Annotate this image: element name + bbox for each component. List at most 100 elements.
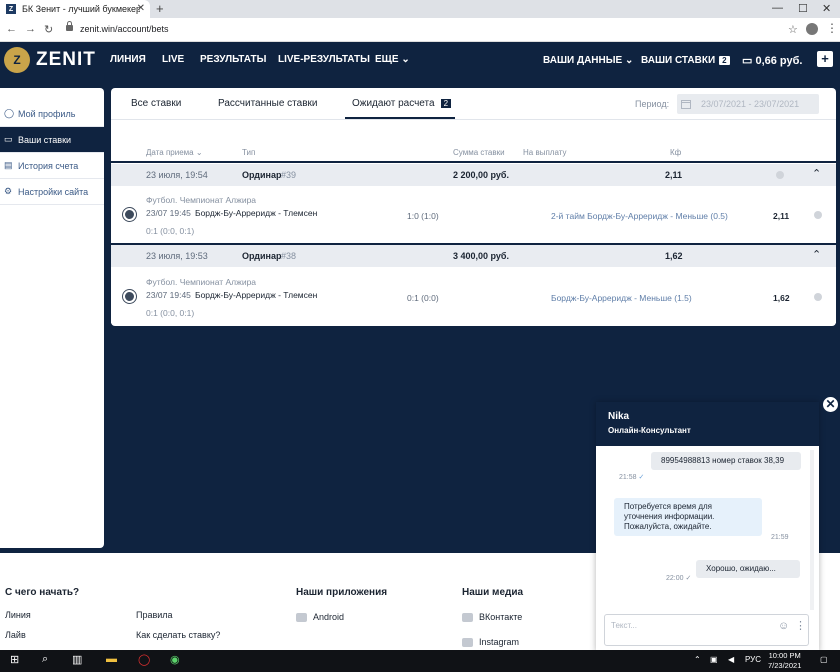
history-icon: ▤ — [4, 160, 13, 170]
sidebar-item-settings[interactable]: ⚙ Настройки сайта — [0, 179, 104, 205]
browser-tab-bar: Z БК Зенит - лучший букмекер ✕ + — ☐ ✕ — [0, 0, 840, 18]
maximize-icon[interactable]: ☐ — [798, 2, 808, 15]
tray-date: 7/23/2021 — [768, 661, 802, 670]
user-icon: ◯ — [4, 108, 15, 118]
chrome-icon[interactable]: ◉ — [170, 653, 180, 666]
event-time: 23/07 19:45 — [146, 208, 191, 218]
nav-live[interactable]: LIVE — [162, 54, 184, 65]
notifications-icon[interactable]: ▢ — [820, 655, 828, 664]
bet-date: 23 июля, 19:54 — [146, 170, 208, 180]
tab-pending-bets[interactable]: Ожидают расчета 2 — [345, 98, 456, 119]
footer-link-line[interactable]: Линия — [5, 610, 31, 620]
event-score: 0:1 (0:0) — [407, 293, 439, 303]
back-icon[interactable]: ← — [6, 23, 17, 35]
nav-live-results[interactable]: LIVE-РЕЗУЛЬТАТЫ — [278, 54, 370, 65]
tray-arrow-icon[interactable]: ⌃ — [694, 655, 701, 664]
support-chat: Nika Онлайн-Консультант 89954988813 номе… — [596, 402, 819, 652]
football-icon — [123, 208, 136, 221]
zenit-favicon-icon: Z — [6, 4, 16, 14]
chat-close-button[interactable]: ✕ — [822, 396, 839, 413]
period-date-input[interactable]: 23/07/2021 - 23/07/2021 — [677, 94, 819, 114]
footer-link-rules[interactable]: Правила — [136, 610, 173, 620]
footer-link-instagram[interactable]: Instagram — [462, 637, 519, 648]
network-icon[interactable]: ▣ — [710, 655, 718, 664]
chat-time-value: 22:00 — [666, 575, 684, 582]
bet-coef: 2,11 — [665, 170, 683, 180]
balance[interactable]: ▭ 0,66 руб. — [742, 54, 802, 67]
nav-line[interactable]: ЛИНИЯ — [110, 54, 146, 65]
emoji-icon[interactable]: ☺ — [778, 620, 789, 632]
close-tab-icon[interactable]: ✕ — [137, 3, 145, 14]
browser-menu-icon[interactable]: ⋮ — [826, 21, 838, 35]
window-close-icon[interactable]: ✕ — [822, 2, 831, 15]
minimize-icon[interactable]: — — [772, 2, 783, 14]
chat-menu-icon[interactable]: ⋮ — [795, 619, 806, 632]
status-dot-icon — [814, 293, 822, 301]
footer-media-title: Наши медиа — [462, 587, 524, 598]
event-selection: 2-й тайм Бордж-Бу-Арреридж - Меньше (0.5… — [551, 211, 728, 221]
nav-results[interactable]: РЕЗУЛЬТАТЫ — [200, 54, 266, 65]
gear-icon: ⚙ — [4, 186, 13, 196]
col-type: Тип — [242, 148, 256, 157]
bet-amount: 3 400,00 руб. — [453, 251, 509, 261]
tab-settled-bets[interactable]: Рассчитанные ставки — [218, 98, 318, 109]
sidebar-item-profile[interactable]: ◯ Мой профиль — [0, 101, 104, 127]
bet-number: #39 — [281, 170, 297, 180]
logo-text[interactable]: ZENIT — [36, 49, 96, 71]
opera-icon[interactable]: ◯ — [138, 653, 150, 666]
reload-icon[interactable]: ↻ — [44, 23, 53, 36]
footer-link-how-to-bet[interactable]: Как сделать ставку? — [136, 630, 220, 640]
chevron-up-icon[interactable]: ⌃ — [812, 248, 821, 261]
event-score-detail: 0:1 (0:0, 0:1) — [146, 308, 195, 318]
zenit-logo-icon[interactable]: Z — [4, 47, 30, 73]
sidebar-item-history[interactable]: ▤ История счета — [0, 153, 104, 179]
period-label: Период: — [635, 99, 670, 109]
address-bar: ← → ↻ zenit.win/account/bets ☆ ⋮ — [0, 18, 840, 42]
check-icon: ✓ — [685, 575, 692, 582]
new-tab-button[interactable]: + — [156, 1, 164, 16]
footer-apps-title: Наши приложения — [296, 587, 388, 598]
profile-avatar[interactable] — [806, 23, 818, 35]
deposit-plus-button[interactable]: + — [817, 51, 833, 67]
footer-link-android[interactable]: Android — [296, 612, 344, 623]
balance-value: 0,66 руб. — [755, 55, 803, 67]
sidebar-item-label: Настройки сайта — [18, 186, 89, 197]
tray-clock[interactable]: 10:00 PM 7/23/2021 — [768, 651, 801, 671]
chat-scrollbar[interactable] — [810, 450, 814, 610]
footer-link-vk[interactable]: ВКонтакте — [462, 612, 522, 623]
check-icon: ✓ — [638, 474, 645, 481]
bet-date: 23 июля, 19:53 — [146, 251, 208, 261]
chat-agent-name: Nika — [608, 411, 630, 422]
task-view-icon[interactable]: ▥ — [72, 653, 82, 666]
sidebar-item-bets[interactable]: ▭ Ваши ставки — [0, 127, 104, 153]
windows-start-icon[interactable]: ⊞ — [10, 653, 19, 666]
chevron-up-icon[interactable]: ⌃ — [812, 167, 821, 180]
search-icon[interactable]: ⌕ — [42, 653, 48, 666]
forward-icon[interactable]: → — [25, 23, 36, 35]
user-data-menu[interactable]: ВАШИ ДАННЫЕ ⌄ — [543, 55, 633, 66]
bets-tabs: Все ставки Рассчитанные ставки Ожидают р… — [111, 88, 836, 120]
event-score-detail: 0:1 (0:0, 0:1) — [146, 226, 195, 236]
event-match[interactable]: Бордж-Бу-Арреридж - Тлемсен — [195, 208, 317, 218]
bet-row[interactable]: 23 июля, 19:53 Ординар #38 3 400,00 руб.… — [111, 245, 836, 267]
bookmark-star-icon[interactable]: ☆ — [788, 23, 798, 36]
tray-time: 10:00 PM — [768, 651, 801, 660]
event-coef: 1,62 — [773, 293, 790, 303]
period-value: 23/07/2021 - 23/07/2021 — [701, 99, 800, 109]
file-explorer-icon[interactable]: ▬ — [106, 653, 117, 665]
my-bets-link[interactable]: ВАШИ СТАВКИ 2 — [641, 55, 730, 66]
col-date[interactable]: Дата приема ⌄ — [146, 148, 203, 157]
tab-all-bets[interactable]: Все ставки — [131, 98, 181, 109]
keyboard-language[interactable]: РУС — [745, 655, 761, 664]
chat-message-time: 21:59 — [771, 534, 789, 541]
bet-row[interactable]: 23 июля, 19:54 Ординар #39 2 200,00 руб.… — [111, 164, 836, 186]
football-icon — [123, 290, 136, 303]
browser-tab[interactable]: Z БК Зенит - лучший букмекер ✕ — [0, 0, 150, 18]
nav-more[interactable]: ЕЩЕ ⌄ — [375, 54, 410, 65]
sidebar-item-label: Ваши ставки — [18, 134, 72, 145]
col-coef: Кф — [670, 148, 682, 157]
footer-link-live[interactable]: Лайв — [5, 630, 26, 640]
volume-icon[interactable]: ◀ — [728, 655, 734, 664]
url-field[interactable]: zenit.win/account/bets — [80, 24, 169, 34]
event-match[interactable]: Бордж-Бу-Арреридж - Тлемсен — [195, 290, 317, 300]
